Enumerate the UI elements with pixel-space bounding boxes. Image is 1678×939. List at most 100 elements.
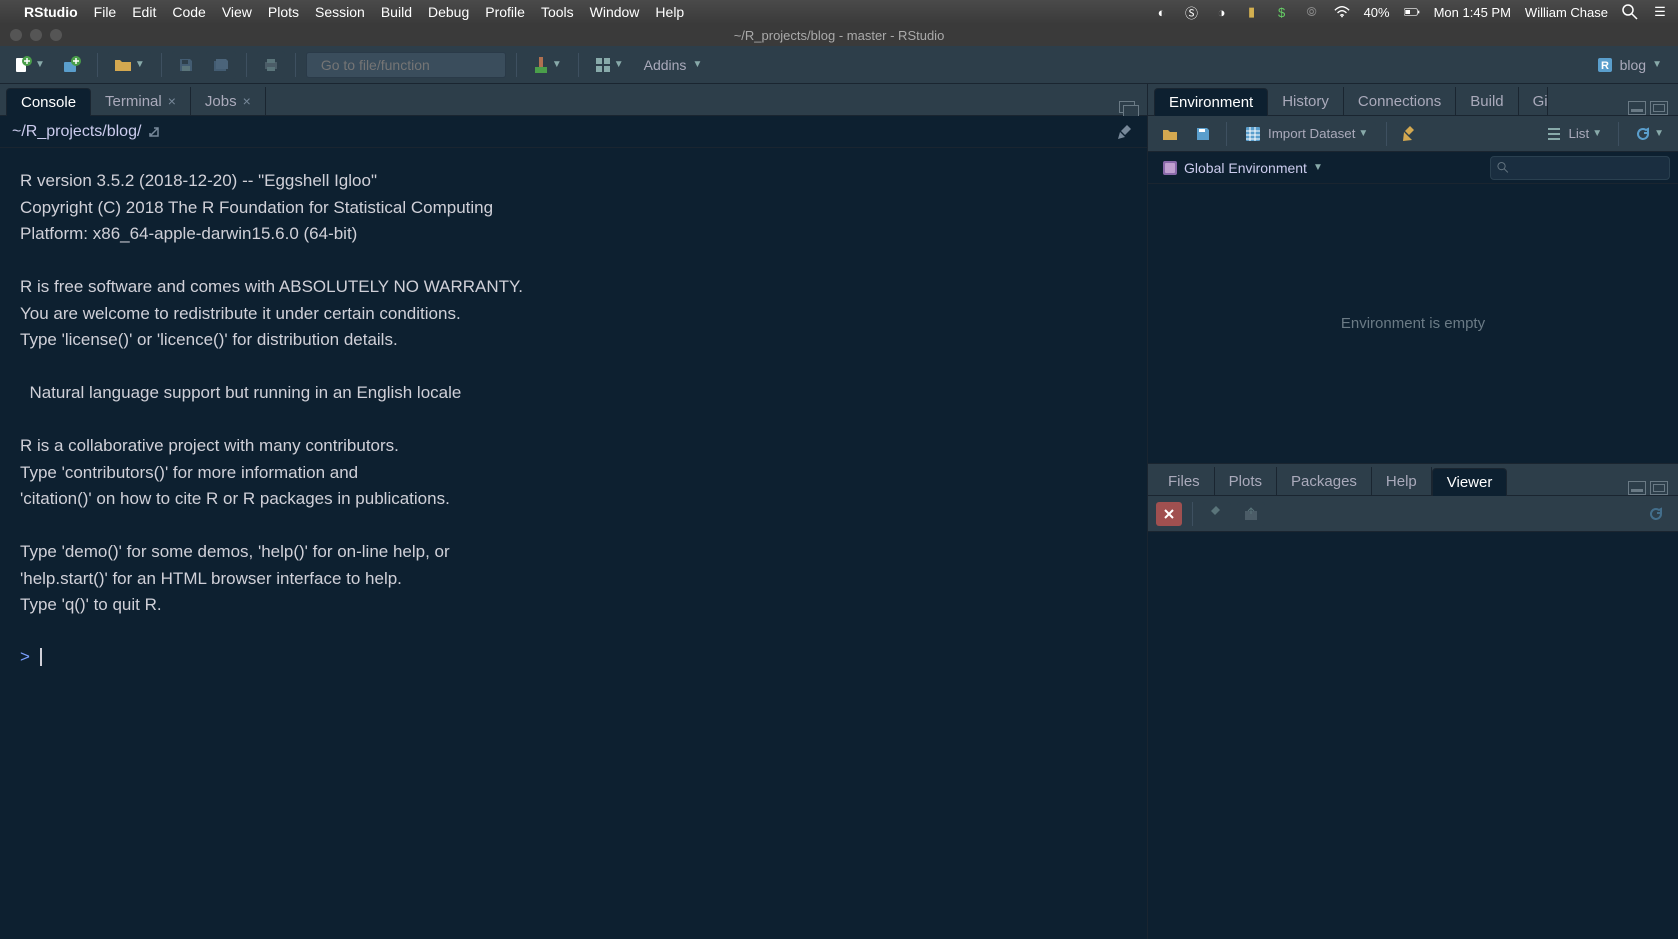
menu-plots[interactable]: Plots (268, 4, 299, 20)
save-button[interactable] (172, 51, 200, 79)
app-name[interactable]: RStudio (24, 4, 78, 20)
tab-help[interactable]: Help (1372, 467, 1432, 495)
status-icon-wifi-dim[interactable]: ⦾ (1304, 4, 1320, 20)
tab-files[interactable]: Files (1154, 467, 1215, 495)
addins-button[interactable]: Addins ▼ (636, 53, 711, 77)
svg-text:R: R (1601, 60, 1609, 72)
build-tool-button[interactable]: ▼ (527, 51, 568, 79)
env-scope-bar: Global Environment ▼ (1148, 152, 1678, 184)
tab-console[interactable]: Console (6, 88, 91, 116)
env-body: Environment is empty (1148, 184, 1678, 463)
console-path-text: ~/R_projects/blog/ (12, 123, 141, 141)
console-path-bar: ~/R_projects/blog/ (0, 116, 1147, 148)
save-all-button[interactable] (206, 51, 236, 79)
go-to-file-input[interactable] (306, 52, 506, 78)
menu-edit[interactable]: Edit (132, 4, 156, 20)
project-button[interactable]: R blog ▼ (1588, 52, 1670, 78)
tab-viewer[interactable]: Viewer (1432, 468, 1508, 496)
tab-history[interactable]: History (1268, 87, 1344, 115)
maximize-pane-icon[interactable] (1650, 101, 1668, 115)
env-empty-text: Environment is empty (1341, 315, 1485, 332)
viewer-pane: Files Plots Packages Help Viewer (1148, 464, 1678, 939)
pane-layout-icon[interactable] (1119, 101, 1137, 115)
addins-label: Addins (644, 57, 687, 73)
env-tab-strip: Environment History Connections Build Gi… (1148, 84, 1678, 116)
mac-menubar: RStudio File Edit Code View Plots Sessio… (0, 0, 1678, 24)
close-icon[interactable]: × (243, 93, 251, 109)
list-view-label: List (1568, 126, 1589, 141)
env-scope-dropdown[interactable]: Global Environment ▼ (1156, 158, 1329, 178)
tab-terminal[interactable]: Terminal× (91, 87, 191, 115)
console-tab-strip: Console Terminal× Jobs× (0, 84, 1147, 116)
tab-build[interactable]: Build (1456, 87, 1518, 115)
remove-viewer-button[interactable] (1156, 502, 1182, 526)
import-dataset-label: Import Dataset (1268, 126, 1355, 141)
menu-file[interactable]: File (94, 4, 117, 20)
tab-jobs[interactable]: Jobs× (191, 87, 266, 115)
status-icon-3[interactable]: ◑ (1214, 4, 1230, 20)
save-workspace-button[interactable] (1190, 122, 1216, 146)
tab-plots[interactable]: Plots (1215, 467, 1277, 495)
menu-debug[interactable]: Debug (428, 4, 469, 20)
minimize-pane-icon[interactable] (1628, 481, 1646, 495)
tab-packages[interactable]: Packages (1277, 467, 1372, 495)
load-workspace-button[interactable] (1156, 122, 1184, 146)
env-search-field[interactable] (1513, 160, 1663, 175)
status-icon-shield[interactable]: ▮ (1244, 4, 1260, 20)
menu-session[interactable]: Session (315, 4, 365, 20)
traffic-lights (0, 29, 62, 41)
panes-container: Console Terminal× Jobs× ~/R_projects/blo… (0, 84, 1678, 939)
list-view-button[interactable]: List ▼ (1541, 122, 1608, 146)
print-button[interactable] (257, 51, 285, 79)
new-project-button[interactable] (57, 51, 87, 79)
menu-build[interactable]: Build (381, 4, 412, 20)
menu-view[interactable]: View (222, 4, 252, 20)
close-icon[interactable]: × (168, 93, 176, 109)
clear-workspace-button[interactable] (1397, 122, 1425, 146)
battery-percent[interactable]: 40% (1364, 5, 1390, 20)
console-prompt: > (20, 647, 30, 666)
open-file-button[interactable]: ▼ (108, 51, 151, 79)
new-file-button[interactable]: ▼ (8, 51, 51, 79)
viewer-tab-strip: Files Plots Packages Help Viewer (1148, 464, 1678, 496)
console-cursor (40, 648, 42, 666)
clear-viewer-button[interactable] (1203, 502, 1231, 526)
status-icon-skype[interactable]: Ⓢ (1184, 4, 1200, 20)
env-search-input[interactable] (1490, 156, 1670, 180)
status-icon-5[interactable]: $ (1274, 4, 1290, 20)
popout-icon[interactable] (147, 125, 161, 139)
tab-git[interactable]: Git (1519, 87, 1548, 115)
traffic-zoom[interactable] (50, 29, 62, 41)
import-dataset-button[interactable]: Import Dataset ▼ (1237, 122, 1376, 146)
user-name[interactable]: William Chase (1525, 5, 1608, 20)
env-scope-label: Global Environment (1184, 160, 1307, 176)
clear-console-icon[interactable] (1117, 123, 1135, 141)
menu-code[interactable]: Code (172, 4, 205, 20)
traffic-close[interactable] (10, 29, 22, 41)
console-output-text: R version 3.5.2 (2018-12-20) -- "Eggshel… (20, 171, 523, 614)
maximize-pane-icon[interactable] (1650, 481, 1668, 495)
menu-profile[interactable]: Profile (485, 4, 525, 20)
status-icon-1[interactable]: ◐ (1154, 4, 1170, 20)
go-to-file-field[interactable] (321, 57, 502, 73)
tab-environment[interactable]: Environment (1154, 88, 1268, 116)
tab-connections[interactable]: Connections (1344, 87, 1456, 115)
menu-help[interactable]: Help (655, 4, 684, 20)
menu-window[interactable]: Window (590, 4, 640, 20)
traffic-minimize[interactable] (30, 29, 42, 41)
viewer-toolbar (1148, 496, 1678, 532)
export-viewer-button[interactable] (1237, 502, 1265, 526)
battery-icon[interactable] (1404, 4, 1420, 20)
project-label: blog (1620, 57, 1646, 73)
clock[interactable]: Mon 1:45 PM (1434, 5, 1511, 20)
refresh-viewer-button[interactable] (1642, 502, 1670, 526)
right-column: Environment History Connections Build Gi… (1148, 84, 1678, 939)
menu-tools[interactable]: Tools (541, 4, 574, 20)
spotlight-icon[interactable] (1622, 4, 1638, 20)
wifi-icon[interactable] (1334, 4, 1350, 20)
grid-button[interactable]: ▼ (589, 51, 630, 79)
menu-icon[interactable]: ☰ (1652, 4, 1668, 20)
refresh-env-button[interactable]: ▼ (1629, 122, 1670, 146)
console-output[interactable]: R version 3.5.2 (2018-12-20) -- "Eggshel… (0, 148, 1147, 939)
minimize-pane-icon[interactable] (1628, 101, 1646, 115)
